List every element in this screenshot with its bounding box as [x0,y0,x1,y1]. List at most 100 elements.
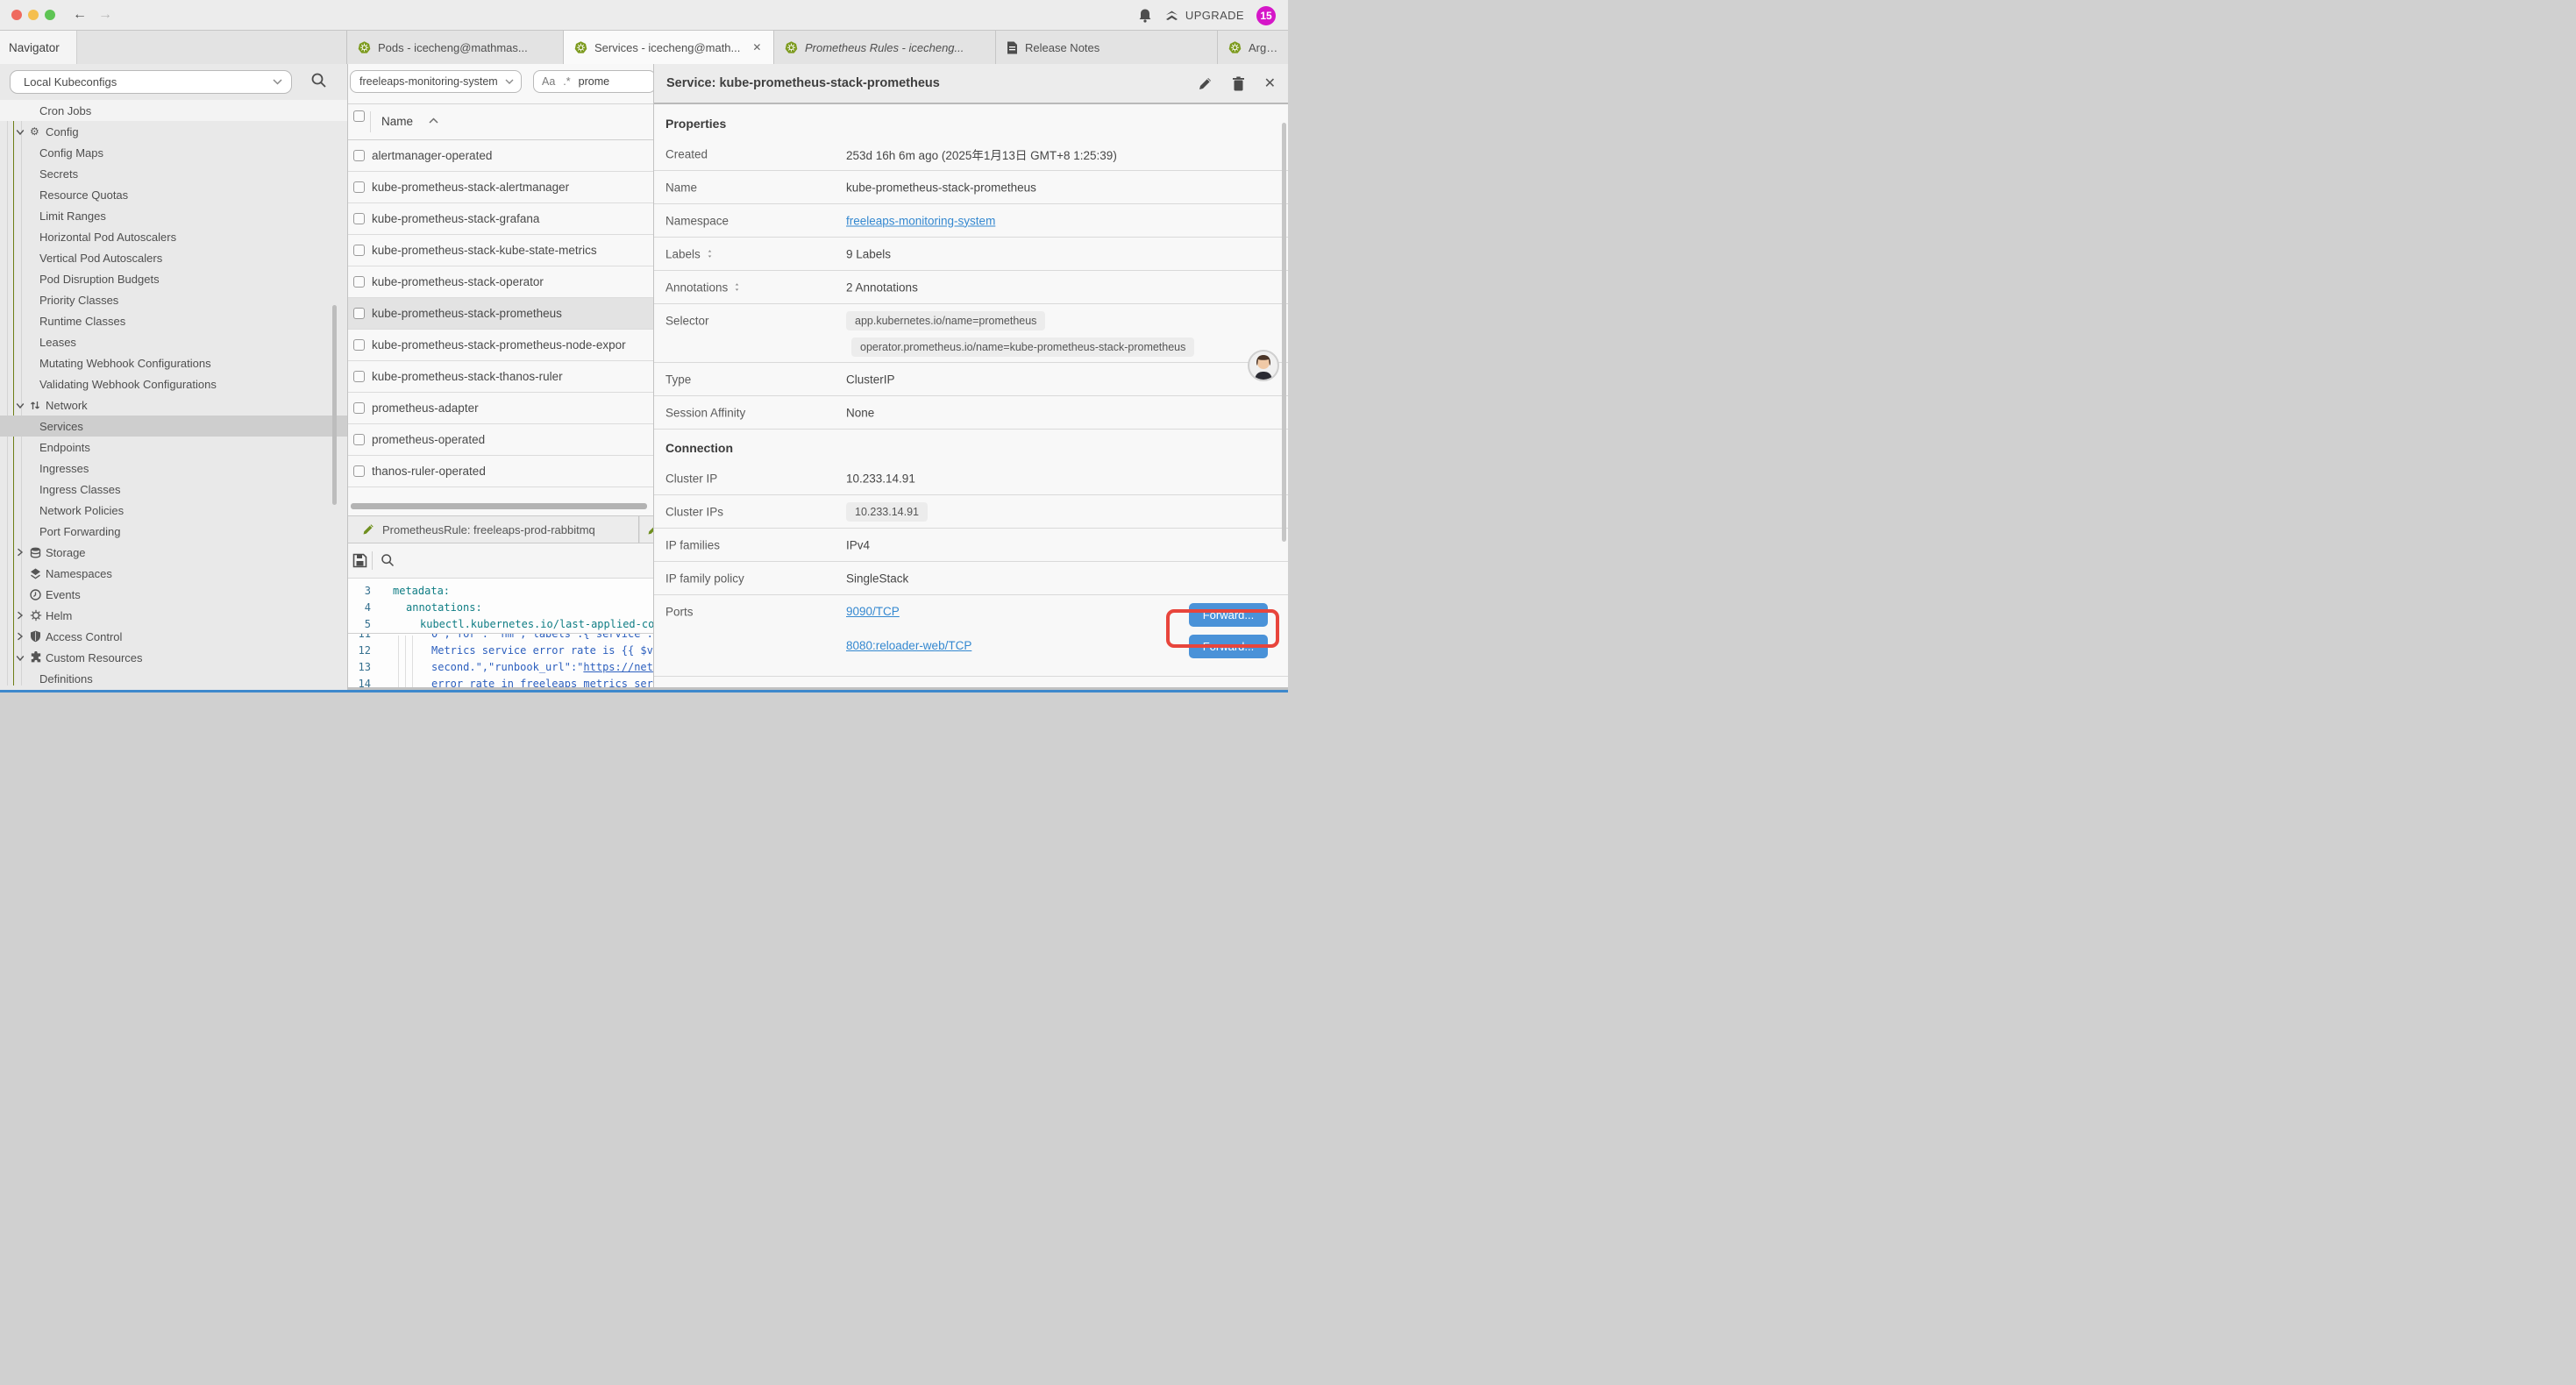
chevron-down-icon[interactable] [16,654,25,662]
table-row[interactable]: kube-prometheus-stack-prometheus [348,298,653,330]
sidebar-search-icon[interactable] [310,72,327,89]
row-checkbox[interactable] [353,465,365,477]
row-checkbox[interactable] [353,213,365,224]
save-icon[interactable] [352,553,367,568]
row-checkbox[interactable] [353,371,365,382]
sidebar-item-limit-ranges[interactable]: Limit Ranges [0,205,347,226]
sidebar-item-validating-webhook-configurations[interactable]: Validating Webhook Configurations [0,373,347,394]
sidebar-item-events[interactable]: Events [0,584,347,605]
table-row[interactable]: kube-prometheus-stack-thanos-ruler [348,361,653,393]
sidebar-scrollbar[interactable] [332,305,337,505]
row-checkbox[interactable] [353,245,365,256]
sidebar-item-port-forwarding[interactable]: Port Forwarding [0,521,347,542]
port-link[interactable]: 8080:reloader-web/TCP [846,639,971,652]
table-row[interactable]: kube-prometheus-stack-prometheus-node-ex… [348,330,653,361]
tab-5[interactable]: Argo Se... [1218,31,1288,64]
sidebar-item-config-maps[interactable]: Config Maps [0,142,347,163]
detail-scrollbar[interactable] [1282,123,1286,542]
sidebar-item-vertical-pod-autoscalers[interactable]: Vertical Pod Autoscalers [0,247,347,268]
table-row[interactable]: kube-prometheus-stack-alertmanager [348,172,653,203]
port-link[interactable]: 9090/TCP [846,605,900,618]
sidebar-item-endpoints[interactable]: Endpoints [0,437,347,458]
sidebar-item-ingress-classes[interactable]: Ingress Classes [0,479,347,500]
row-checkbox[interactable] [353,150,365,161]
name-column-header[interactable]: Name [381,115,413,128]
table-row[interactable]: prometheus-adapter [348,393,653,424]
sort-toggle-icon[interactable] [733,282,741,293]
row-checkbox[interactable] [353,339,365,351]
notification-badge[interactable]: 15 [1256,6,1276,25]
sidebar-item-runtime-classes[interactable]: Runtime Classes [0,310,347,331]
sidebar-item-mutating-webhook-configurations[interactable]: Mutating Webhook Configurations [0,352,347,373]
namespace-link[interactable]: freeleaps-monitoring-system [846,214,995,227]
detail-row-label: Created [665,147,708,160]
sidebar-item-storage[interactable]: Storage [0,542,347,563]
bell-icon[interactable] [1138,8,1152,24]
yaml-editor[interactable]: 3metadata:4annotations:5kubectl.kubernet… [348,579,653,692]
editor-tab-prometheusrule[interactable]: PrometheusRule: freeleaps-prod-rabbitmq [348,516,639,543]
sidebar-item-access-control[interactable]: Access Control [0,626,347,647]
navigator-tab[interactable]: Navigator [0,31,77,64]
sidebar-item-horizontal-pod-autoscalers[interactable]: Horizontal Pod Autoscalers [0,226,347,247]
table-row[interactable]: kube-prometheus-stack-kube-state-metrics [348,235,653,266]
close-panel-icon[interactable]: ✕ [1264,75,1276,92]
row-checkbox[interactable] [353,276,365,288]
row-checkbox[interactable] [353,181,365,193]
sidebar-item-secrets[interactable]: Secrets [0,163,347,184]
sort-toggle-icon[interactable] [706,249,714,259]
sidebar-item-resource-quotas[interactable]: Resource Quotas [0,184,347,205]
sidebar-item-network-policies[interactable]: Network Policies [0,500,347,521]
chevron-right-icon[interactable] [16,632,24,641]
chevron-down-icon[interactable] [16,128,25,136]
row-checkbox[interactable] [353,402,365,414]
forward-arrow-icon[interactable]: → [98,6,112,24]
sidebar-item-config[interactable]: ⚙Config [0,121,347,142]
sidebar-item-cron-jobs[interactable]: Cron Jobs [0,100,347,121]
tab-3[interactable]: Prometheus Rules - icecheng... [774,31,996,64]
sidebar-item-custom-resources[interactable]: Custom Resources [0,647,347,668]
table-row[interactable]: alertmanager-operated [348,140,653,172]
chevron-down-icon[interactable] [16,401,25,409]
table-row[interactable]: kube-prometheus-stack-operator [348,266,653,298]
trash-icon[interactable] [1232,76,1245,91]
row-checkbox[interactable] [353,434,365,445]
sidebar-item-helm[interactable]: Helm [0,605,347,626]
editor-tab-partial[interactable] [640,516,653,543]
sidebar-item-pod-disruption-budgets[interactable]: Pod Disruption Budgets [0,268,347,289]
editor-search-icon[interactable] [381,553,395,567]
sidebar-item-namespaces[interactable]: Namespaces [0,563,347,584]
regex-toggle[interactable]: .* [563,75,570,88]
sidebar-item-definitions[interactable]: Definitions [0,668,347,689]
annotation-highlight-box [1166,609,1279,648]
namespace-selector[interactable]: freeleaps-monitoring-system [350,70,522,93]
user-avatar[interactable] [1248,350,1279,381]
table-row[interactable]: thanos-ruler-operated [348,456,653,487]
kubeconfig-selector[interactable]: Local Kubeconfigs [10,70,292,94]
tab-bar-filler [77,31,347,64]
upgrade-button[interactable]: UPGRADE [1164,9,1244,23]
sidebar-item-leases[interactable]: Leases [0,331,347,352]
edit-pencil-icon[interactable] [1198,76,1213,91]
maximize-window-button[interactable] [45,10,55,20]
table-row[interactable]: kube-prometheus-stack-grafana [348,203,653,235]
tab-4[interactable]: Release Notes [996,31,1218,64]
chevron-right-icon[interactable] [16,611,24,620]
sidebar-item-ingresses[interactable]: Ingresses [0,458,347,479]
horizontal-scrollbar-thumb[interactable] [351,503,647,509]
sidebar-item-network[interactable]: Network [0,394,347,416]
tab-2[interactable]: Services - icecheng@math...✕ [564,31,774,64]
select-all-checkbox[interactable] [353,110,365,122]
table-row[interactable]: prometheus-operated [348,424,653,456]
sidebar-item-services[interactable]: Services [0,416,347,437]
row-checkbox[interactable] [353,308,365,319]
chevron-right-icon[interactable] [16,548,24,557]
minimize-window-button[interactable] [28,10,39,20]
close-window-button[interactable] [11,10,22,20]
case-sensitive-toggle[interactable]: Aa [542,75,555,88]
tab-1[interactable]: Pods - icecheng@mathmas... [347,31,564,64]
back-arrow-icon[interactable]: ← [73,6,87,24]
name-filter-input[interactable]: Aa .* prome [533,70,654,93]
close-tab-icon[interactable]: ✕ [752,41,761,53]
sidebar-item-priority-classes[interactable]: Priority Classes [0,289,347,310]
sort-ascending-icon[interactable] [429,117,438,124]
